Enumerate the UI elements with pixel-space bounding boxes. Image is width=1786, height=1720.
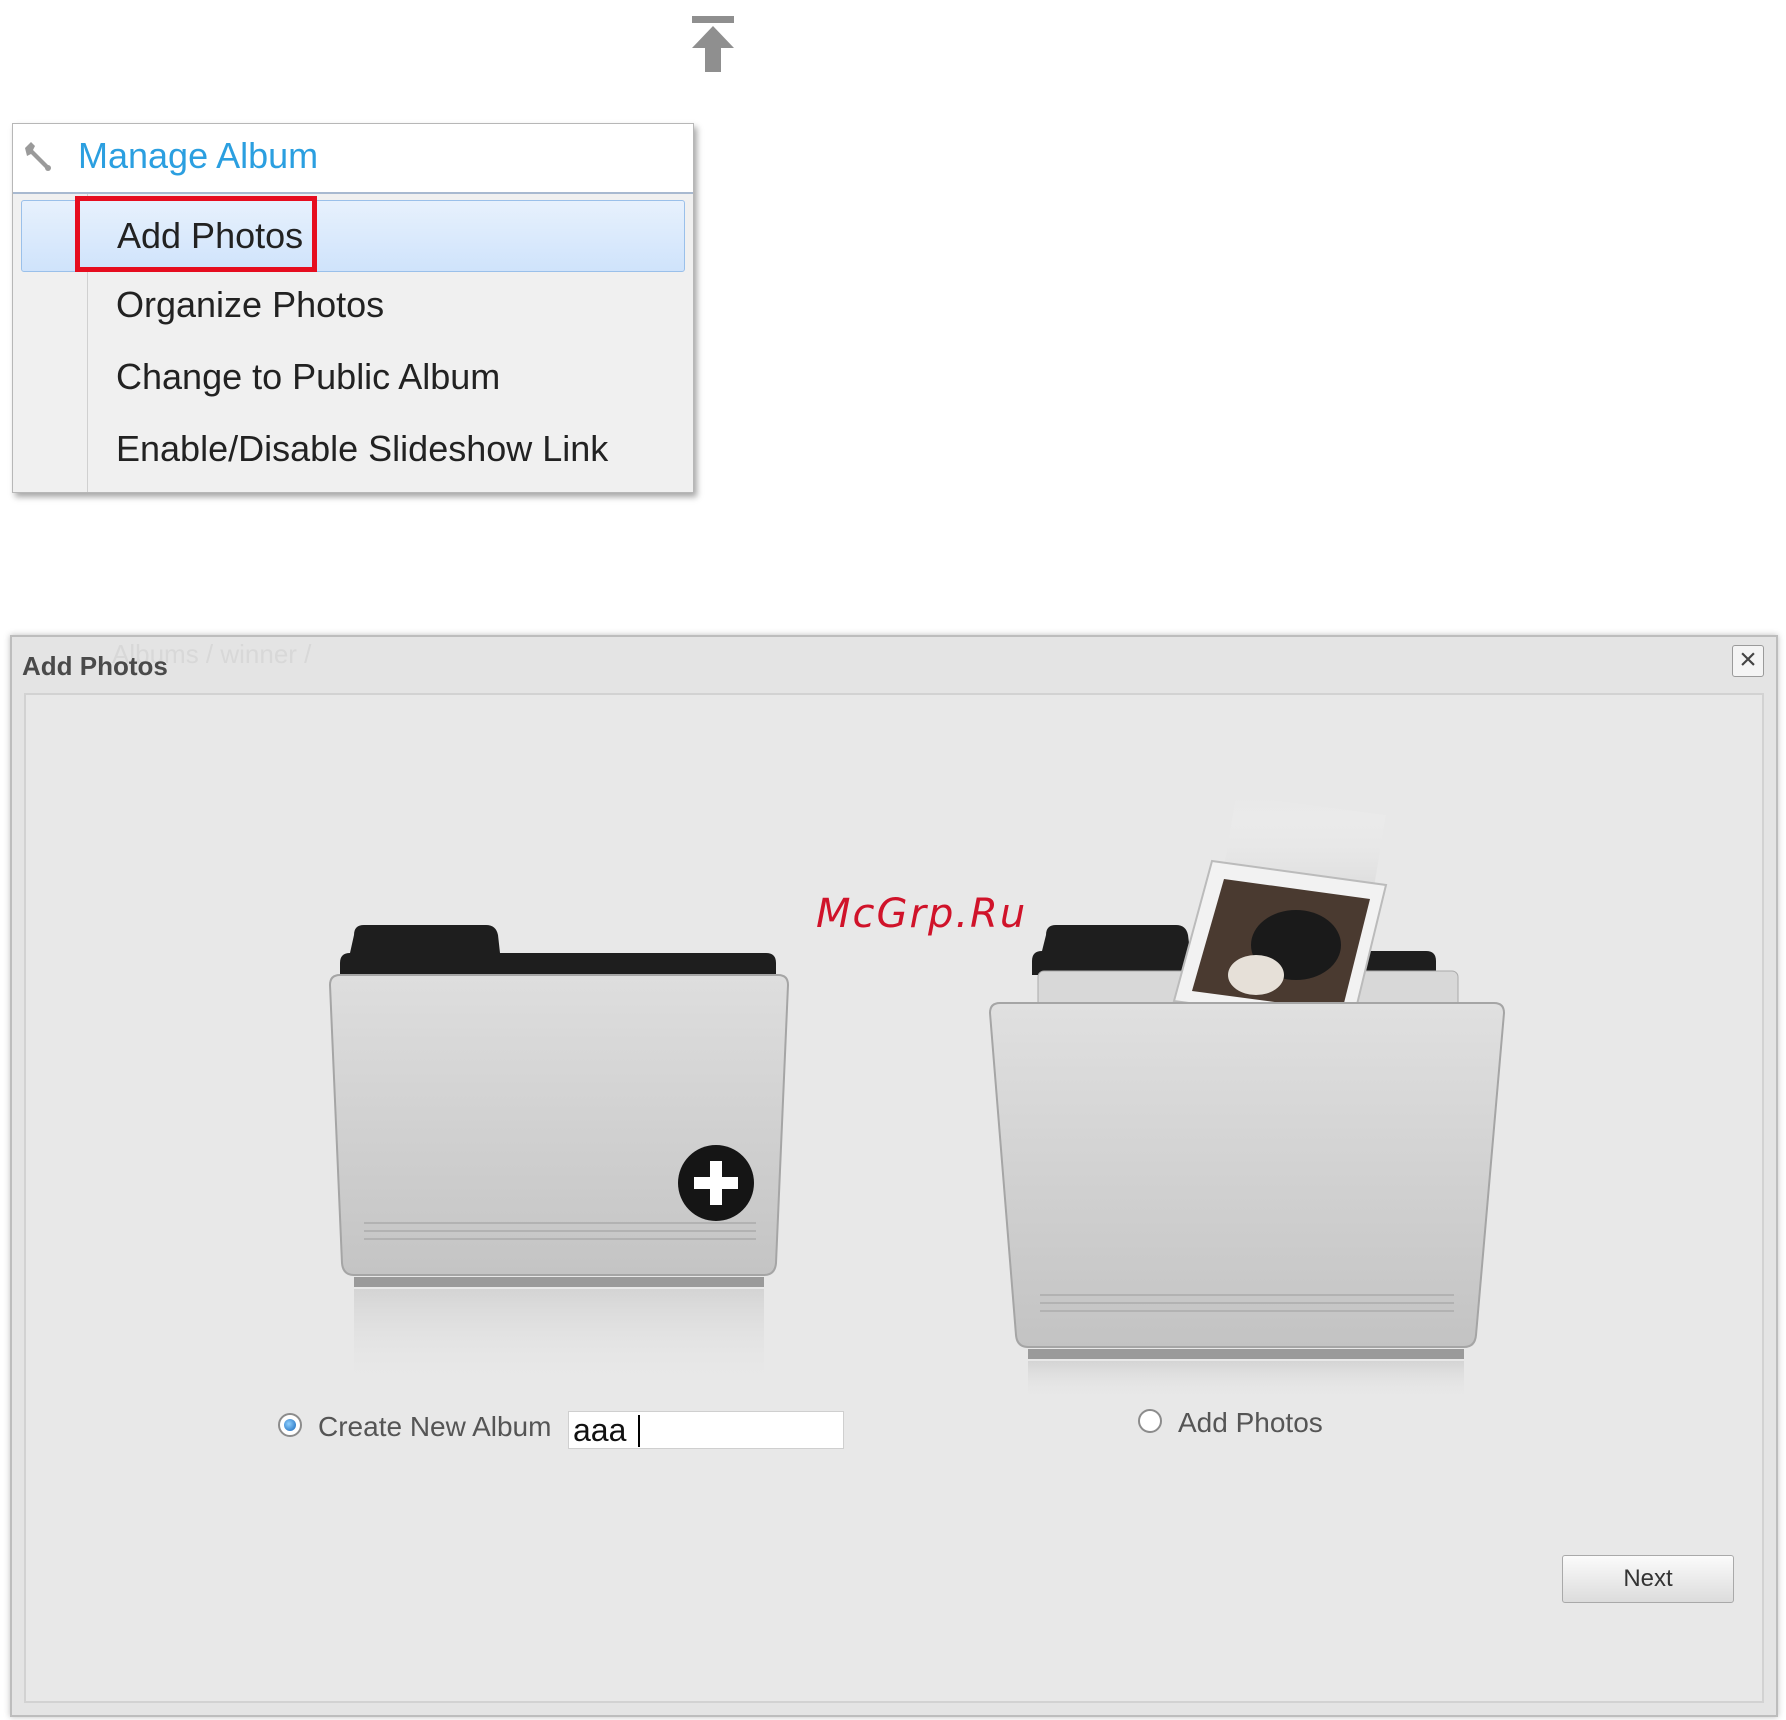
add-photos-dialog: Albums / winner / Add Photos × McGrp.Ru … xyxy=(10,635,1778,1717)
folder-plus-icon[interactable] xyxy=(326,923,796,1403)
menu-item-label: Organize Photos xyxy=(116,284,385,325)
next-button[interactable]: Next xyxy=(1562,1555,1734,1603)
menu-item-organize-photos[interactable]: Organize Photos xyxy=(21,270,685,340)
upload-icon[interactable] xyxy=(688,14,738,74)
create-new-album-label[interactable]: Create New Album xyxy=(318,1411,551,1443)
close-icon: × xyxy=(1739,643,1757,676)
menu-item-label: Enable/Disable Slideshow Link xyxy=(116,428,609,469)
menu-title[interactable]: Manage Album xyxy=(78,135,318,177)
create-new-album-radio[interactable] xyxy=(278,1413,302,1437)
album-name-input[interactable] xyxy=(568,1411,844,1449)
dialog-title: Add Photos xyxy=(22,651,168,681)
highlight-annotation xyxy=(75,196,317,272)
add-photos-label[interactable]: Add Photos xyxy=(1178,1407,1323,1439)
menu-item-label: Change to Public Album xyxy=(116,356,501,397)
menu-item-change-to-public[interactable]: Change to Public Album xyxy=(21,342,685,412)
manage-album-menu: Manage Album Add Photos Organize Photos … xyxy=(12,123,694,493)
close-button[interactable]: × xyxy=(1732,645,1764,677)
watermark: McGrp.Ru xyxy=(816,891,1028,937)
menu-header[interactable]: Manage Album xyxy=(13,124,693,194)
text-caret xyxy=(638,1415,640,1447)
folder-with-photo-icon[interactable] xyxy=(986,775,1516,1405)
dialog-body: McGrp.Ru Create New Album Add Photos Nex… xyxy=(24,693,1764,1703)
menu-item-slideshow-link[interactable]: Enable/Disable Slideshow Link xyxy=(21,414,685,484)
add-photos-radio[interactable] xyxy=(1138,1409,1162,1433)
wrench-icon xyxy=(25,142,51,171)
